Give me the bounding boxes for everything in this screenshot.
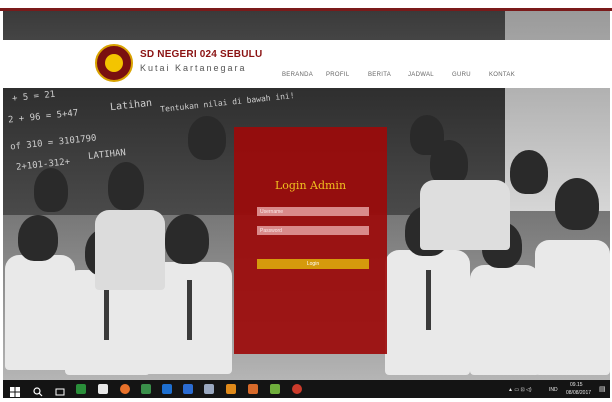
nav-jadwal[interactable]: JADWAL [408,72,434,78]
nav-guru[interactable]: GURU [452,72,471,78]
explorer-icon[interactable] [204,384,214,394]
site-title[interactable]: SD NEGERI 024 SEBULU [140,49,262,60]
clock-date[interactable]: 08/08/2017 [566,390,591,396]
xampp-icon[interactable] [226,384,236,394]
site-subtitle: Kutai Kartanegara [140,63,247,73]
firefox-icon[interactable] [120,384,130,394]
login-panel: Login Admin Login [234,127,387,354]
language-indicator[interactable]: IND [549,387,558,393]
app-icon[interactable] [76,384,86,394]
login-button[interactable]: Login [257,259,369,269]
browser-icon[interactable] [248,384,258,394]
notepad-icon[interactable] [270,384,280,394]
nav-kontak[interactable]: KONTAK [489,72,515,78]
windows-start-icon[interactable] [10,384,20,397]
word-icon[interactable] [183,384,193,394]
notification-icon[interactable]: ▤ [599,385,606,393]
search-icon[interactable] [33,384,43,397]
nav-beranda[interactable]: BERANDA [282,72,313,78]
edge-icon[interactable] [162,384,172,394]
school-logo[interactable] [95,44,133,82]
store-icon[interactable] [98,384,108,394]
clock-time[interactable]: 09.15 [570,382,583,388]
browser-window: + 5 = 21 2 + 96 = 5+47 of 310 = 3101790 … [0,0,612,398]
excel-icon[interactable] [141,384,151,394]
task-view-icon[interactable] [55,384,65,396]
password-input[interactable] [257,226,369,235]
login-title: Login Admin [274,179,347,192]
chrome-icon[interactable] [292,384,302,394]
nav-profil[interactable]: PROFIL [326,72,349,78]
tray-icons[interactable]: ▲ ▭ ⊡ ◁) [508,387,532,393]
username-input[interactable] [257,207,369,216]
tut-wuri-emblem-icon [105,54,123,72]
nav-berita[interactable]: BERITA [368,72,391,78]
